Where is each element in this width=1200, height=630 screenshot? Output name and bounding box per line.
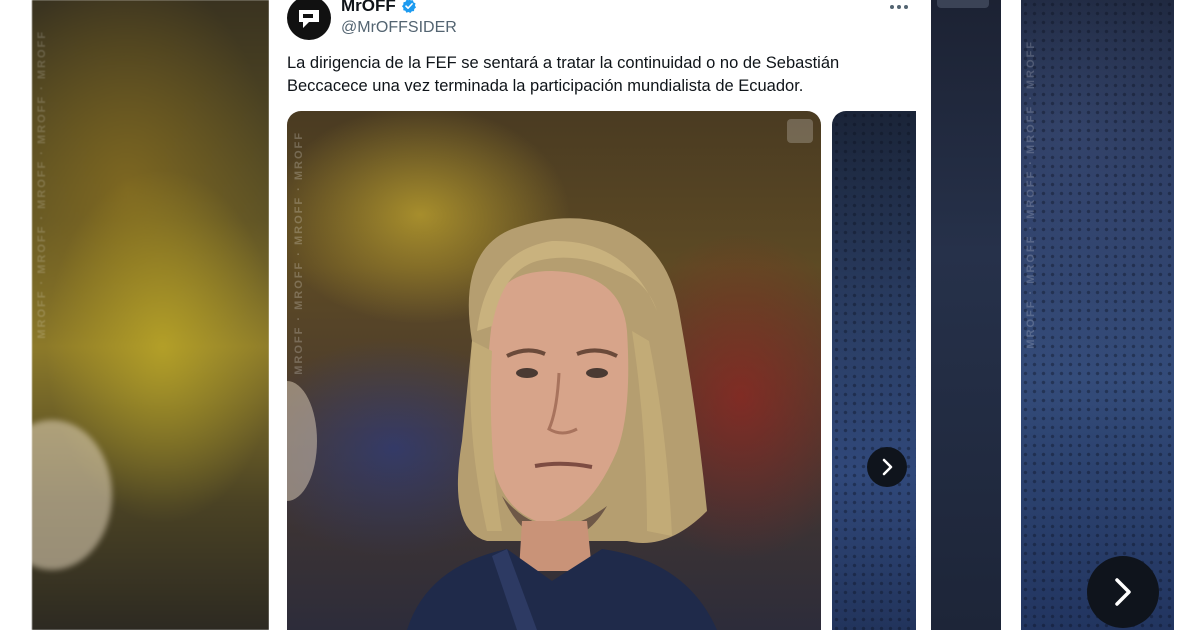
background-image-left: MROFF · MROFF · MROFF · MROFF · MROFF bbox=[32, 0, 269, 630]
author-name[interactable]: MrOFF bbox=[341, 0, 396, 16]
background-chip bbox=[937, 0, 989, 8]
verified-badge-icon bbox=[401, 0, 416, 13]
fabric-texture bbox=[1021, 0, 1174, 630]
tweet-image-2[interactable] bbox=[832, 111, 916, 630]
tweet-text: La dirigencia de la FEF se sentará a tra… bbox=[287, 54, 840, 95]
chevron-right-icon[interactable] bbox=[1087, 556, 1159, 628]
background-blur-shape bbox=[32, 420, 112, 570]
background-image-right: MROFF · MROFF · MROFF · MROFF · MROFF bbox=[1021, 0, 1174, 630]
background-watermark-right: MROFF · MROFF · MROFF · MROFF · MROFF bbox=[1025, 40, 1037, 349]
chevron-right-icon bbox=[882, 458, 893, 476]
author-handle[interactable]: @MrOFFSIDER bbox=[341, 19, 457, 37]
carousel-next-button[interactable] bbox=[867, 447, 907, 487]
background-watermark: MROFF · MROFF · MROFF · MROFF · MROFF bbox=[36, 30, 48, 339]
author-name-row[interactable]: MrOFF bbox=[341, 0, 417, 16]
person-portrait bbox=[407, 218, 717, 630]
fabric-texture bbox=[832, 111, 916, 630]
background-image-right-narrow bbox=[931, 0, 1001, 630]
tweet-image-1[interactable]: MROFF · MROFF · MROFF · MROFF bbox=[287, 111, 821, 630]
mroff-logo-icon bbox=[299, 10, 319, 28]
more-horizontal-icon[interactable] bbox=[887, 0, 911, 14]
